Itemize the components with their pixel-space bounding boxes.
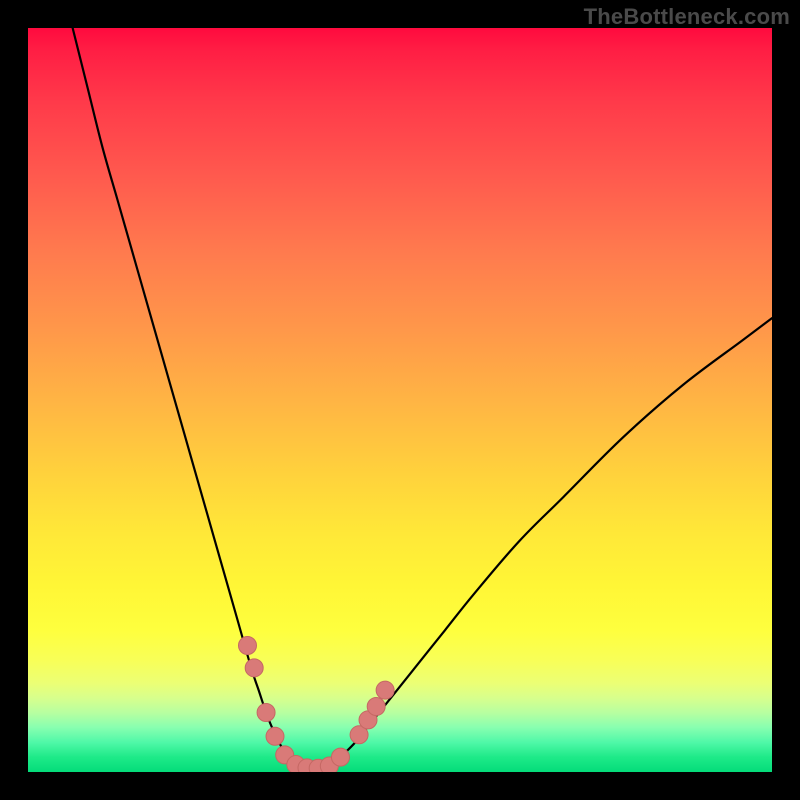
curve-marker (238, 637, 256, 655)
watermark-text: TheBottleneck.com (584, 4, 790, 30)
curve-marker (257, 703, 275, 721)
curve-marker (245, 659, 263, 677)
curve-path-group (73, 28, 772, 768)
bottleneck-curve (73, 28, 772, 768)
curve-marker (376, 681, 394, 699)
curve-markers (238, 637, 394, 772)
curve-marker (266, 727, 284, 745)
curve-layer (28, 28, 772, 772)
curve-marker (331, 748, 349, 766)
plot-area (28, 28, 772, 772)
curve-marker (367, 698, 385, 716)
chart-frame: TheBottleneck.com (0, 0, 800, 800)
